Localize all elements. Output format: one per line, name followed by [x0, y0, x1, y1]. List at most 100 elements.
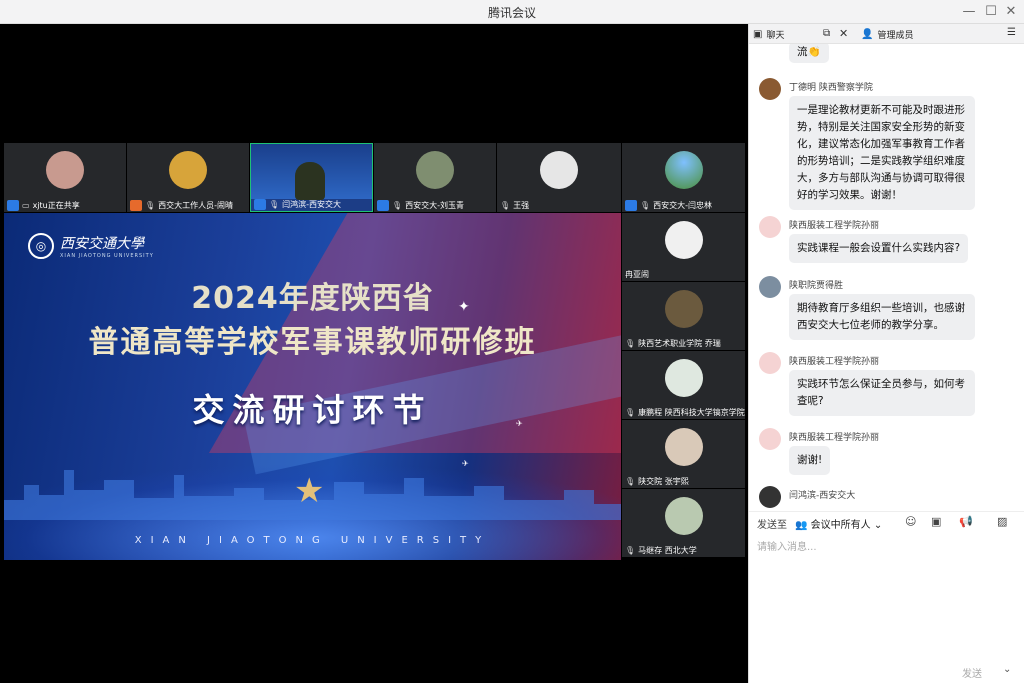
participant-name: 西安交大-刘玉青	[405, 200, 465, 210]
user-badge-icon	[377, 199, 389, 211]
participant-tile[interactable]: 🎙 陕西艺术职业学院 乔瑞	[622, 282, 745, 350]
slide-footer: XIAN JIAOTONG UNIVERSITY	[134, 535, 491, 546]
minimize-icon[interactable]: —	[958, 2, 980, 22]
chat-bubble-icon: ▣	[753, 29, 763, 40]
participant-tile[interactable]: 🎙 陕交院 张宇熙	[622, 420, 745, 488]
participant-namebar: 冉亚闹	[622, 267, 649, 281]
chat-line: 大，多方与部队沟通与协调可取得很	[797, 172, 965, 184]
star-icon: ★	[294, 471, 325, 511]
send-options-chevron-icon[interactable]: ⌄	[1003, 664, 1011, 675]
chat-line: 西安交大七位老师的教学分享。	[797, 319, 944, 331]
send-to-target: 会议中所有人	[810, 520, 871, 531]
participant-name: 马继存 西北大学	[638, 545, 697, 555]
mic-icon: 🎙	[625, 407, 636, 417]
participant-name: 陕西艺术职业学院 乔瑞	[638, 338, 721, 348]
sender-name: 陕职院贾得胜	[789, 281, 844, 291]
participant-avatar	[46, 151, 84, 189]
university-logo: ◎ 西安交通大學 XIAN JIAOTONG UNIVERSITY	[28, 233, 154, 259]
mic-icon: 🎙	[640, 200, 651, 210]
participant-tile[interactable]: 🎙 西交大工作人员-闹晴	[127, 143, 249, 212]
participant-namebar: 🎙 西安交大-闫忠林	[622, 198, 712, 212]
send-to-selector[interactable]: 👥 会议中所有人 ⌄	[795, 516, 882, 531]
participant-namebar: 🎙 西安交大-刘玉青	[374, 198, 464, 212]
participant-namebar: ▭ xjtu正在共享	[4, 198, 80, 212]
popout-icon[interactable]: ⧉	[823, 28, 830, 39]
plane-icon: ✈	[516, 419, 523, 428]
participant-namebar: 🎙 康鹏程 陕西科技大学镐京学院	[622, 405, 745, 419]
participant-avatar	[664, 151, 703, 189]
participant-avatar	[664, 290, 703, 328]
send-button[interactable]: 发送	[962, 665, 982, 680]
chat-bubble: 实践环节怎么保证全员参与，如何考 查呢?	[789, 370, 975, 416]
participant-avatar	[664, 497, 703, 535]
participant-name: 陕交院 张宇熙	[638, 476, 689, 486]
emoji-icon[interactable]: ☺	[905, 515, 916, 528]
video-stage: ▭ xjtu正在共享 🎙 西交大工作人员-闹晴 🎙 闫鸿滨-西安交大 🎙 西安交…	[0, 24, 748, 683]
participant-tile[interactable]: 🎙 康鹏程 陕西科技大学镐京学院	[622, 351, 745, 419]
participant-name: 闫鸿滨-西安交大	[282, 199, 342, 209]
participant-namebar: 🎙 王强	[497, 198, 529, 212]
participant-name: 冉亚闹	[625, 269, 649, 279]
participant-tile[interactable]: 🎙 马继存 西北大学	[622, 489, 745, 557]
participant-avatar	[540, 151, 578, 189]
university-name-en: XIAN JIAOTONG UNIVERSITY	[60, 253, 154, 259]
participant-name: 西交大工作人员-闹晴	[158, 200, 234, 210]
participant-tile[interactable]: 冉亚闹	[622, 213, 745, 281]
mic-icon: 🎙	[625, 545, 636, 555]
tab-members-label: 管理成员	[877, 31, 914, 41]
university-name-cn: 西安交通大學	[60, 236, 144, 252]
megaphone-icon[interactable]: 📢	[959, 515, 973, 528]
participant-avatar	[664, 221, 703, 259]
participant-name: 王强	[513, 200, 530, 210]
chat-line: 好的学习效果。谢谢！	[797, 189, 902, 201]
chat-messages[interactable]: 流👏 丁德明 陕西警察学院 一是理论教材更新不可能及时跟进形 势，特别是关注国家…	[749, 44, 1024, 514]
close-icon[interactable]: ✕	[1000, 2, 1022, 22]
mic-icon: 🎙	[625, 338, 636, 348]
tab-chat[interactable]: ▣ 聊天	[753, 28, 784, 41]
user-badge-icon	[625, 199, 637, 211]
participant-namebar: 🎙 西交大工作人员-闹晴	[127, 198, 233, 212]
chat-bubble: 期待教育厅多组织一些培训，也感谢 西安交大七位老师的教学分享。	[789, 294, 975, 340]
send-bar: 发送至 👥 会议中所有人 ⌄ ☺ ▣ 📢 ▨	[749, 511, 1024, 533]
participant-tile[interactable]: ▭ xjtu正在共享	[4, 143, 126, 212]
file-icon[interactable]: ▣	[931, 515, 941, 528]
sender-avatar	[759, 486, 781, 508]
menu-icon[interactable]: ☰	[1007, 27, 1016, 38]
share-screen-icon: ▭	[22, 200, 30, 210]
sparkle-icon: ✦	[458, 299, 470, 315]
sender-avatar	[759, 352, 781, 374]
participant-tile-active[interactable]: 🎙 闫鸿滨-西安交大	[250, 143, 373, 212]
sender-name: 陕西服装工程学院孙丽	[789, 433, 880, 443]
participant-tile[interactable]: 🎙 西安交大-闫忠林	[622, 143, 745, 212]
participant-video-person	[295, 162, 325, 200]
window-title: 腾讯会议	[487, 6, 536, 20]
chat-bubble: 谢谢!	[789, 446, 831, 475]
participant-tile[interactable]: 🎙 西安交大-刘玉青	[374, 143, 496, 212]
chat-line: 查呢?	[797, 395, 824, 407]
mic-icon: 🎙	[625, 476, 636, 486]
chat-line: 期待教育厅多组织一些培训，也感谢	[797, 302, 965, 314]
chat-line: 实践环节怎么保证全员参与，如何考	[797, 378, 965, 390]
sender-name: 陕西服装工程学院孙丽	[789, 221, 880, 231]
send-to-label: 发送至	[757, 520, 787, 531]
tab-members[interactable]: 👤 管理成员	[861, 28, 913, 41]
app-window: 腾讯会议 — ☐ ✕ ▭ xjtu正在共享 🎙 西交大工作人员-闹晴 🎙 闫鸿滨…	[0, 0, 1024, 683]
image-icon[interactable]: ▨	[997, 515, 1007, 528]
mic-icon: 🎙	[145, 200, 156, 210]
sender-name: 陕西服装工程学院孙丽	[789, 357, 880, 367]
mic-icon: 🎙	[500, 200, 511, 210]
close-icon[interactable]: ✕	[839, 27, 848, 40]
participant-tile[interactable]: 🎙 王强	[497, 143, 621, 212]
participant-name: 西安交大-闫忠林	[653, 200, 713, 210]
maximize-icon[interactable]: ☐	[980, 2, 1002, 22]
participant-namebar: 🎙 陕交院 张宇熙	[622, 474, 689, 488]
message-input[interactable]: 请输入消息...	[757, 538, 817, 553]
mic-icon: 🎙	[392, 200, 403, 210]
participant-avatar	[416, 151, 454, 189]
sender-avatar	[759, 428, 781, 450]
sender-avatar	[759, 276, 781, 298]
chat-bubble: 流👏	[789, 44, 829, 63]
chat-tabs: ▣ 聊天 ⧉ ✕ 👤 管理成员 ☰	[749, 24, 1024, 44]
chat-line: 谢谢!	[797, 454, 823, 466]
sender-avatar	[759, 216, 781, 238]
